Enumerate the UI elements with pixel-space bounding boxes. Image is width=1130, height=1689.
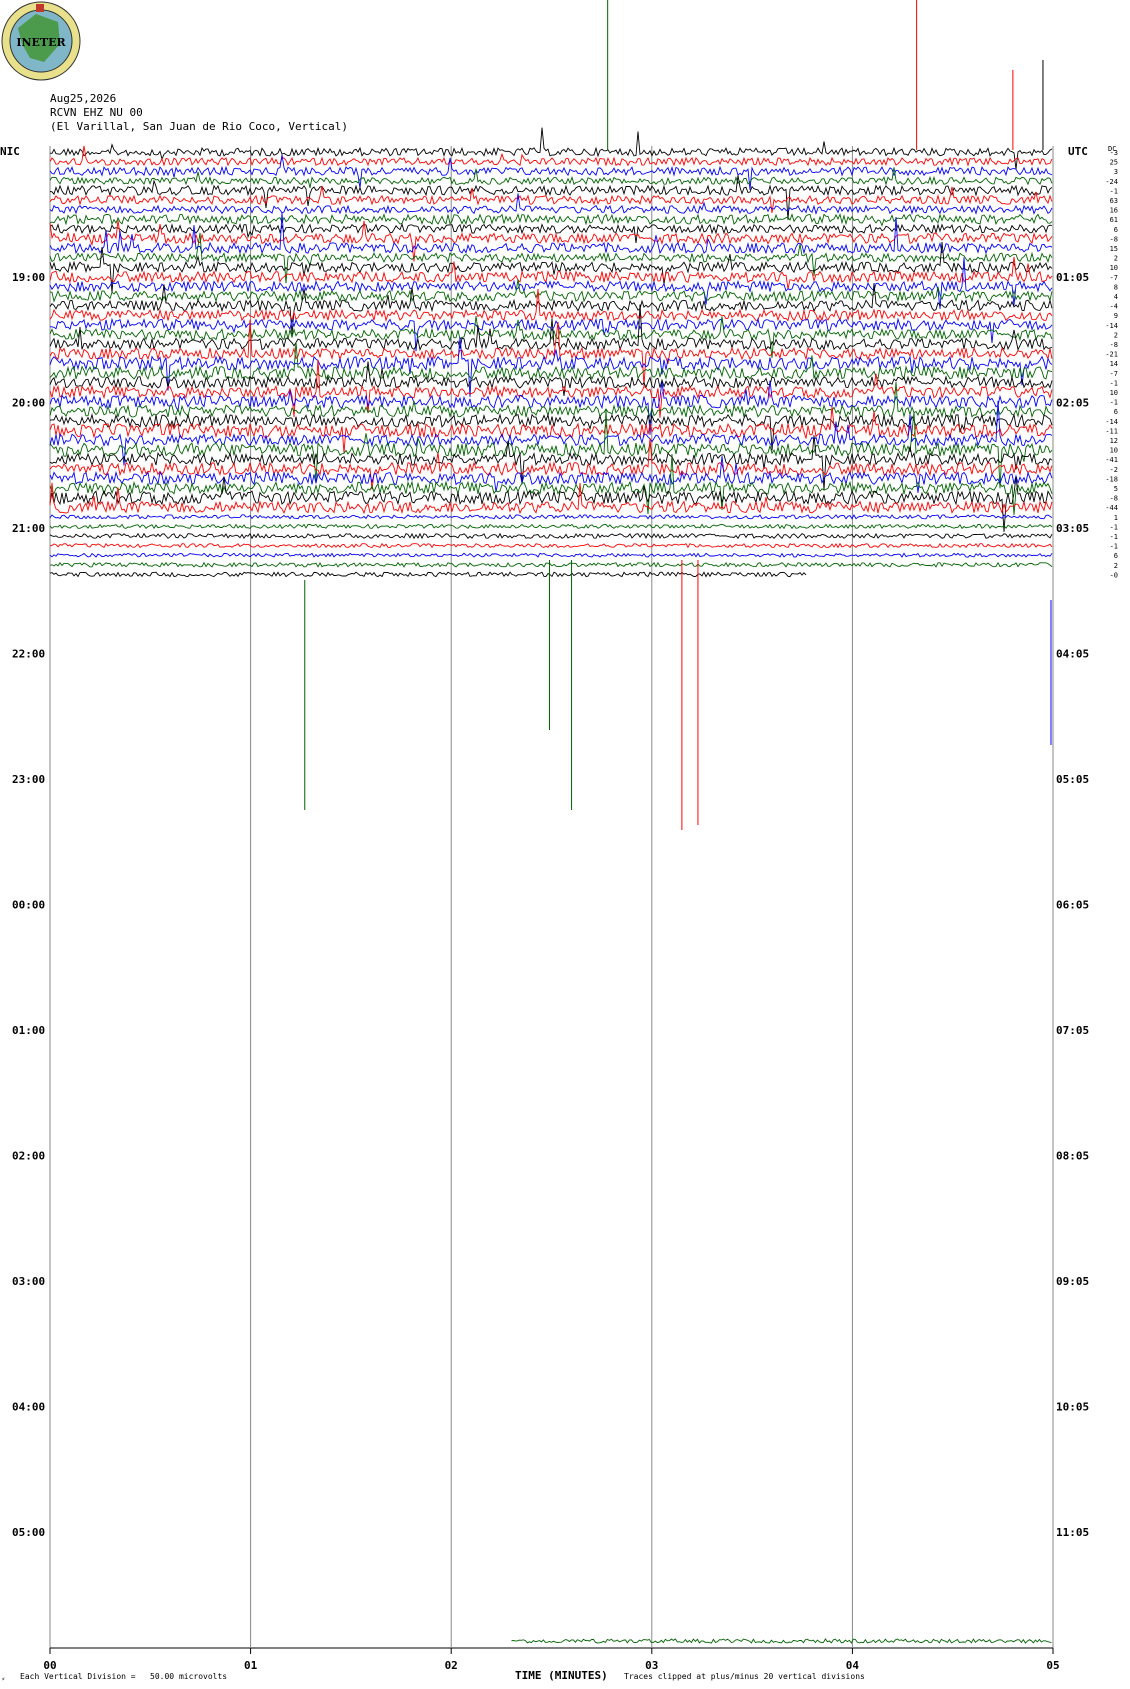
- left-hour-label: 01:00: [12, 1024, 45, 1037]
- dc-offset-label: 1: [1114, 514, 1118, 522]
- bottom-trace: [511, 1638, 1052, 1644]
- left-hour-label: 23:00: [12, 773, 45, 786]
- dc-offset-label: -2: [1110, 466, 1118, 474]
- helicorder-plot: 00 01 02 03 04 05-3253-24-16316616-815210-784…: [12, 0, 1118, 1672]
- left-hour-label: 02:00: [12, 1150, 45, 1163]
- plot-grid: [49, 146, 1054, 1654]
- left-hour-label: 19:00: [12, 271, 45, 284]
- dc-offset-label: 5: [1114, 485, 1118, 493]
- dc-offset-label: -8: [1110, 235, 1118, 243]
- dc-offset-label: -18: [1105, 475, 1118, 483]
- x-axis-title: TIME (MINUTES): [515, 1669, 608, 1682]
- right-hour-label: 03:05: [1056, 522, 1089, 535]
- dc-offset-label: 16: [1110, 207, 1118, 215]
- left-hour-label: 20:00: [12, 397, 45, 410]
- right-hour-label: 04:05: [1056, 648, 1089, 661]
- dc-offset-label: -21: [1105, 351, 1118, 359]
- x-tick-label: 02: [445, 1659, 458, 1672]
- dc-offset-label: -7: [1110, 370, 1118, 378]
- seismic-trace: [49, 127, 1053, 170]
- seismic-trace: [49, 482, 1053, 515]
- seismic-trace: [49, 542, 1053, 549]
- right-hour-label: 01:05: [1056, 271, 1089, 284]
- dc-offset-label: -1: [1110, 399, 1118, 407]
- dc-offset-label: -1: [1110, 523, 1118, 531]
- dc-offset-label: 15: [1110, 245, 1118, 253]
- dc-offset-label: 9: [1114, 312, 1118, 320]
- left-hour-label: 05:00: [12, 1526, 45, 1539]
- dc-offset-label: -8: [1110, 341, 1118, 349]
- scale-note: Each Vertical Division = 50.00 microvolt…: [20, 1672, 228, 1681]
- dc-offset-label: -11: [1105, 427, 1118, 435]
- right-hour-label: 10:05: [1056, 1401, 1089, 1414]
- right-hour-label: 08:05: [1056, 1150, 1089, 1163]
- dc-offset-label: -1: [1110, 533, 1118, 541]
- dc-offset-label: 10: [1110, 447, 1118, 455]
- right-hour-label: 07:05: [1056, 1024, 1089, 1037]
- dc-offset-label: -14: [1105, 322, 1118, 330]
- dc-offset-label: 2: [1114, 562, 1118, 570]
- dc-offset-label: -41: [1105, 456, 1118, 464]
- seismic-trace: [49, 561, 1053, 568]
- dc-header-label: DC: [1108, 145, 1116, 153]
- seismic-trace: [49, 212, 1053, 227]
- dc-offset-label: 10: [1110, 264, 1118, 272]
- seismogram: INETER Aug25,2026 RCVN EHZ NU 00 (El Var…: [0, 0, 1130, 1689]
- footer-icon: ⸗: [2, 1674, 5, 1683]
- right-hour-label: 09:05: [1056, 1275, 1089, 1288]
- left-hour-label: 03:00: [12, 1275, 45, 1288]
- seismic-trace: [49, 513, 1053, 520]
- clip-note: Traces clipped at plus/minus 20 vertical…: [624, 1672, 865, 1681]
- seismic-trace: [49, 523, 1053, 530]
- dc-offset-label: -0: [1110, 571, 1118, 579]
- seismic-trace: [49, 406, 1053, 453]
- seismic-trace: [49, 167, 1053, 189]
- dc-offset-label: -1: [1110, 187, 1118, 195]
- left-hour-label: 21:00: [12, 522, 45, 535]
- x-tick-label: 03: [645, 1659, 658, 1672]
- trace-group: [49, 0, 1053, 1644]
- dc-offset-label: -14: [1105, 418, 1118, 426]
- left-hour-label: 00:00: [12, 899, 45, 912]
- dc-offset-label: 10: [1110, 389, 1118, 397]
- dc-offset-label: 2: [1114, 331, 1118, 339]
- dc-offset-label: 3: [1114, 168, 1118, 176]
- dc-offset-label: 63: [1110, 197, 1118, 205]
- seismic-trace: [49, 571, 807, 578]
- dc-offset-label: -8: [1110, 495, 1118, 503]
- x-tick-label: 01: [244, 1659, 258, 1672]
- left-hour-label: 04:00: [12, 1401, 45, 1414]
- right-hour-label: 02:05: [1056, 397, 1089, 410]
- dc-offset-label: -44: [1105, 504, 1118, 512]
- seismic-trace: [49, 552, 1053, 558]
- right-hour-label: 05:05: [1056, 773, 1089, 786]
- dc-offset-label: -1: [1110, 543, 1118, 551]
- dc-offset-label: 14: [1110, 360, 1118, 368]
- right-hour-label: 11:05: [1056, 1526, 1089, 1539]
- x-tick-label: 04: [846, 1659, 860, 1672]
- dc-offset-label: 25: [1110, 159, 1118, 167]
- dc-offset-label: -7: [1110, 274, 1118, 282]
- dc-offset-label: -24: [1105, 178, 1118, 186]
- seismic-trace: [49, 532, 1053, 540]
- dc-offset-label: 6: [1114, 408, 1118, 416]
- left-hour-label: 22:00: [12, 648, 45, 661]
- dc-offset-label: -1: [1110, 379, 1118, 387]
- dc-offset-label: 12: [1110, 437, 1118, 445]
- right-hour-label: 06:05: [1056, 899, 1089, 912]
- dc-offset-label: -4: [1110, 303, 1118, 311]
- x-tick-label: 00: [43, 1659, 56, 1672]
- x-tick-label: 05: [1046, 1659, 1059, 1672]
- dc-offset-label: 6: [1114, 552, 1118, 560]
- dc-offset-label: 2: [1114, 255, 1118, 263]
- dc-offset-label: 4: [1114, 293, 1118, 301]
- seismic-trace: [49, 279, 1053, 303]
- dc-offset-label: 61: [1110, 216, 1118, 224]
- dc-offset-label: 8: [1114, 283, 1118, 291]
- dc-offset-label: 6: [1114, 226, 1118, 234]
